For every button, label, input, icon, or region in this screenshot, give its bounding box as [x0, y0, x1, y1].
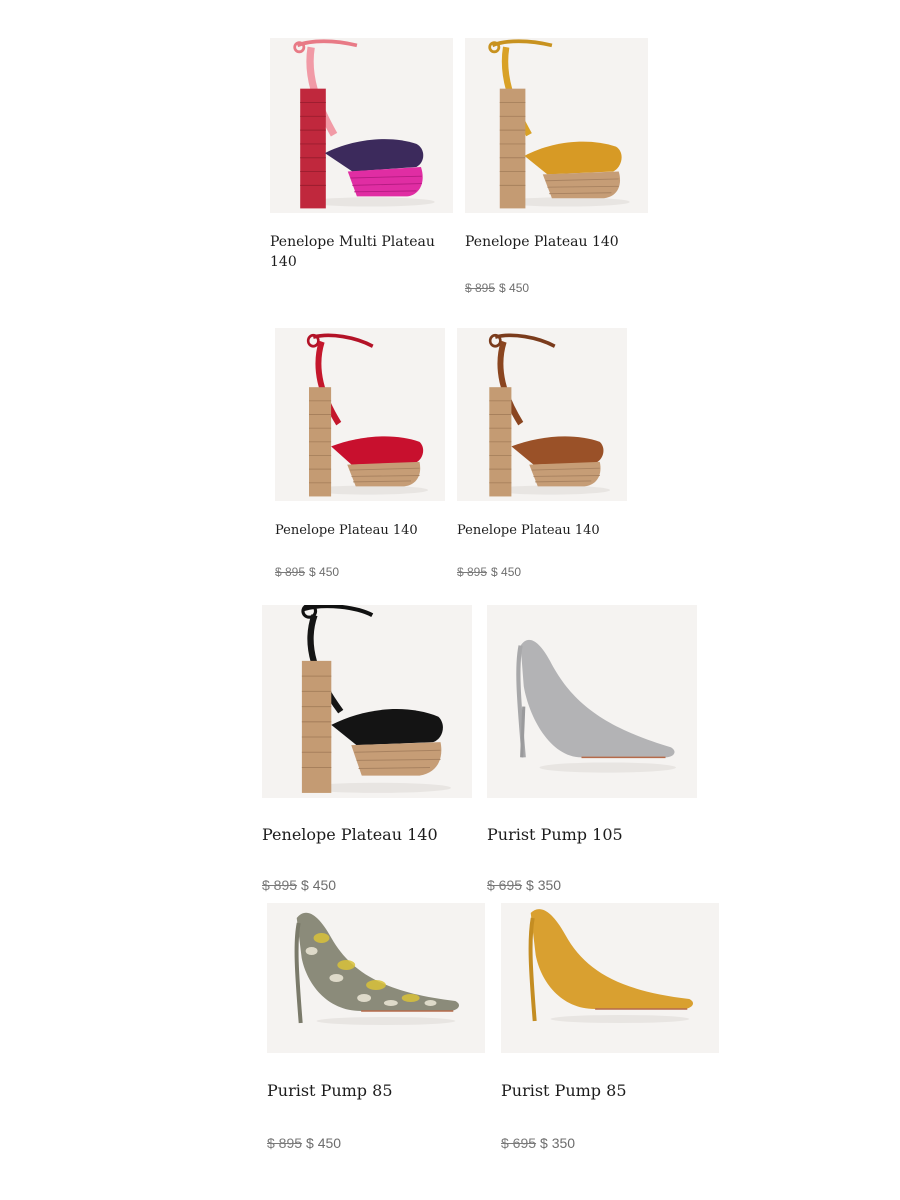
- product-name[interactable]: Penelope Plateau 140: [457, 522, 627, 541]
- platform-sandal-icon: [488, 333, 610, 497]
- original-price: $ 695: [487, 877, 523, 893]
- product-card[interactable]: Purist Pump 85 $ 895 $ 450: [267, 903, 485, 1163]
- platform-sandal-icon: [488, 39, 630, 209]
- product-card[interactable]: Penelope Plateau 140 $ 895 $ 450: [465, 38, 648, 298]
- product-name[interactable]: Penelope Plateau 140: [275, 522, 445, 541]
- platform-sandal-icon: [306, 333, 428, 497]
- platform-sandal-icon: [301, 605, 451, 793]
- pump-shoe-icon: [528, 909, 694, 1023]
- pump-shoe-icon: [294, 912, 460, 1025]
- sale-price: $ 450: [491, 565, 522, 579]
- product-card[interactable]: Purist Pump 105 $ 695 $ 350: [487, 605, 697, 895]
- product-name[interactable]: Purist Pump 105: [487, 823, 697, 846]
- product-card[interactable]: Penelope Plateau 140 $ 895 $ 450: [262, 605, 472, 895]
- sale-price: $ 450: [306, 1135, 342, 1151]
- product-price: [270, 280, 274, 294]
- product-name[interactable]: Purist Pump 85: [267, 1079, 477, 1102]
- original-price: $ 895: [275, 565, 306, 579]
- original-price: $ 895: [457, 565, 488, 579]
- original-price: $ 695: [501, 1135, 537, 1151]
- product-name[interactable]: Penelope Plateau 140: [262, 823, 472, 846]
- product-image[interactable]: [487, 605, 697, 798]
- original-price: $ 895: [262, 877, 298, 893]
- product-image[interactable]: [501, 903, 719, 1053]
- product-image[interactable]: [275, 328, 445, 501]
- product-price: $ 895 $ 450: [275, 565, 339, 579]
- product-price: $ 895 $ 450: [267, 1135, 341, 1151]
- sale-price: $ 450: [499, 281, 530, 295]
- sale-price: $ 350: [526, 877, 562, 893]
- product-image[interactable]: [457, 328, 627, 501]
- original-price: $ 895: [267, 1135, 303, 1151]
- product-price: $ 695 $ 350: [501, 1135, 575, 1151]
- product-name[interactable]: Penelope Plateau 140: [465, 232, 645, 252]
- product-image[interactable]: [270, 38, 453, 213]
- product-card[interactable]: Penelope Plateau 140 $ 895 $ 450: [457, 328, 627, 583]
- pump-shoe-icon: [516, 639, 676, 773]
- product-name[interactable]: Penelope Multi Plateau 140: [270, 232, 440, 273]
- product-card[interactable]: Penelope Plateau 140 $ 895 $ 450: [275, 328, 445, 583]
- product-image[interactable]: [267, 903, 485, 1053]
- product-card[interactable]: Purist Pump 85 $ 695 $ 350: [501, 903, 719, 1163]
- product-card[interactable]: Penelope Multi Plateau 140: [270, 38, 453, 288]
- product-price: $ 895 $ 450: [262, 877, 336, 893]
- sale-price: $ 450: [301, 877, 337, 893]
- product-image[interactable]: [262, 605, 472, 798]
- product-price: $ 895 $ 450: [457, 565, 521, 579]
- original-price: $ 895: [465, 281, 496, 295]
- platform-sandal-icon: [293, 39, 435, 209]
- product-name[interactable]: Purist Pump 85: [501, 1079, 711, 1102]
- product-image[interactable]: [465, 38, 648, 213]
- sale-price: $ 450: [309, 565, 340, 579]
- sale-price: $ 350: [540, 1135, 576, 1151]
- product-price: $ 895 $ 450: [465, 281, 529, 295]
- product-price: $ 695 $ 350: [487, 877, 561, 893]
